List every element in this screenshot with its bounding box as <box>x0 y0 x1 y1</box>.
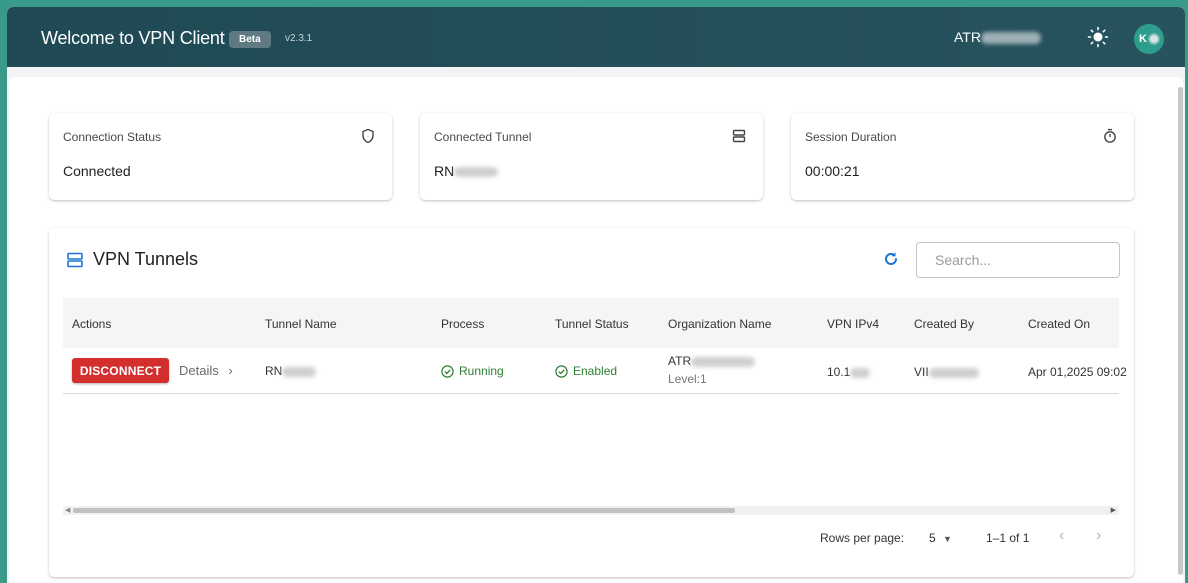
disconnect-button[interactable]: DISCONNECT <box>72 358 169 383</box>
column-header: Tunnel Status <box>555 317 629 331</box>
column-header: Organization Name <box>668 317 772 331</box>
next-page-icon[interactable]: › <box>1096 527 1101 545</box>
details-label: Details <box>179 363 219 378</box>
server-icon <box>731 128 747 144</box>
column-header: Actions <box>72 317 112 331</box>
table-header: Actions Tunnel Name Process Tunnel Statu… <box>63 298 1119 348</box>
stat-value: 00:00:21 <box>805 163 860 179</box>
redacted-text <box>850 367 871 378</box>
stat-value: RN <box>434 163 499 179</box>
dropdown-arrow-icon: ▼ <box>943 534 952 544</box>
scrollbar-thumb[interactable] <box>73 508 735 513</box>
stat-value: Connected <box>63 163 131 179</box>
created-by-text: VII <box>914 365 929 379</box>
shield-icon <box>360 128 376 144</box>
column-header: Created By <box>914 317 975 331</box>
column-header: Tunnel Name <box>265 317 337 331</box>
stat-label: Connection Status <box>63 130 162 144</box>
scroll-left-icon[interactable]: ◀ <box>65 506 70 514</box>
app-header: Welcome to VPN Client Beta v2.3.1 ATR K <box>7 7 1185 67</box>
org-name-cell: ATR <box>668 354 756 368</box>
session-duration-card: Session Duration 00:00:21 <box>791 113 1134 200</box>
connected-tunnel-card: Connected Tunnel RN <box>420 113 763 200</box>
process-text: Running <box>459 364 504 378</box>
previous-page-icon[interactable]: ‹ <box>1059 527 1064 545</box>
chevron-right-icon: › <box>228 363 233 378</box>
tunnel-name-cell: RN <box>265 364 317 378</box>
org-level: Level:1 <box>668 372 707 386</box>
server-icon <box>66 251 84 269</box>
org-name-text: ATR <box>668 354 692 368</box>
app-title: Welcome to VPN Client <box>41 28 225 48</box>
status-text: Enabled <box>573 364 618 378</box>
redacted-text <box>454 167 499 178</box>
column-header: Process <box>441 317 485 331</box>
column-header: VPN IPv4 <box>827 317 880 331</box>
app-window: Welcome to VPN Client Beta v2.3.1 ATR K … <box>7 7 1185 583</box>
table-row: DISCONNECT Details › RN Running Enabled … <box>63 348 1127 394</box>
search-input[interactable] <box>916 242 1120 278</box>
rows-per-page-value: 5 <box>929 531 936 545</box>
avatar-letter: K <box>1139 33 1147 45</box>
beta-badge: Beta <box>229 31 271 48</box>
tunnel-value: RN <box>434 163 455 179</box>
avatar[interactable]: K <box>1134 24 1164 54</box>
user-name-text: ATR <box>954 29 981 45</box>
section-title: VPN Tunnels <box>93 249 199 269</box>
redacted-text <box>691 356 756 367</box>
vpn-ipv4-cell: 10.1 <box>827 365 871 379</box>
horizontal-scrollbar[interactable]: ◀ ▶ <box>63 506 1119 515</box>
vpn-tunnels-card: VPN Tunnels Actions Tunnel Name Process … <box>49 228 1134 577</box>
created-on-cell: Apr 01,2025 09:02 <box>1028 365 1127 379</box>
tunnel-name-text: RN <box>265 364 283 378</box>
rows-per-page-label: Rows per page: <box>820 531 905 545</box>
check-circle-icon <box>555 364 568 378</box>
redacted-text <box>980 32 1041 45</box>
column-header: Created On <box>1028 317 1091 331</box>
scrollbar-thumb[interactable] <box>1178 87 1183 575</box>
avatar-redacted <box>1148 34 1159 44</box>
main-content: Connection Status Connected Connected Tu… <box>9 77 1183 583</box>
check-circle-icon <box>441 364 454 378</box>
rows-per-page-select[interactable]: 5 ▼ <box>929 531 952 545</box>
user-name[interactable]: ATR <box>954 29 1041 45</box>
range-label: 1–1 of 1 <box>986 531 1030 545</box>
redacted-text <box>282 366 317 377</box>
refresh-icon[interactable] <box>881 249 901 269</box>
details-link[interactable]: Details › <box>179 363 233 378</box>
scroll-right-icon[interactable]: ▶ <box>1111 506 1116 514</box>
vertical-scrollbar[interactable] <box>1177 77 1185 583</box>
version-label: v2.3.1 <box>285 33 313 44</box>
stat-label: Session Duration <box>805 130 897 144</box>
stopwatch-icon <box>1102 128 1118 144</box>
stat-label: Connected Tunnel <box>434 130 532 144</box>
redacted-text <box>928 367 979 378</box>
status-cell: Enabled <box>555 364 617 378</box>
vpn-ipv4-text: 10.1 <box>827 365 851 379</box>
created-by-cell: VII <box>914 365 979 379</box>
connection-status-card: Connection Status Connected <box>49 113 392 200</box>
process-cell: Running <box>441 364 504 378</box>
sun-icon[interactable] <box>1087 26 1109 48</box>
